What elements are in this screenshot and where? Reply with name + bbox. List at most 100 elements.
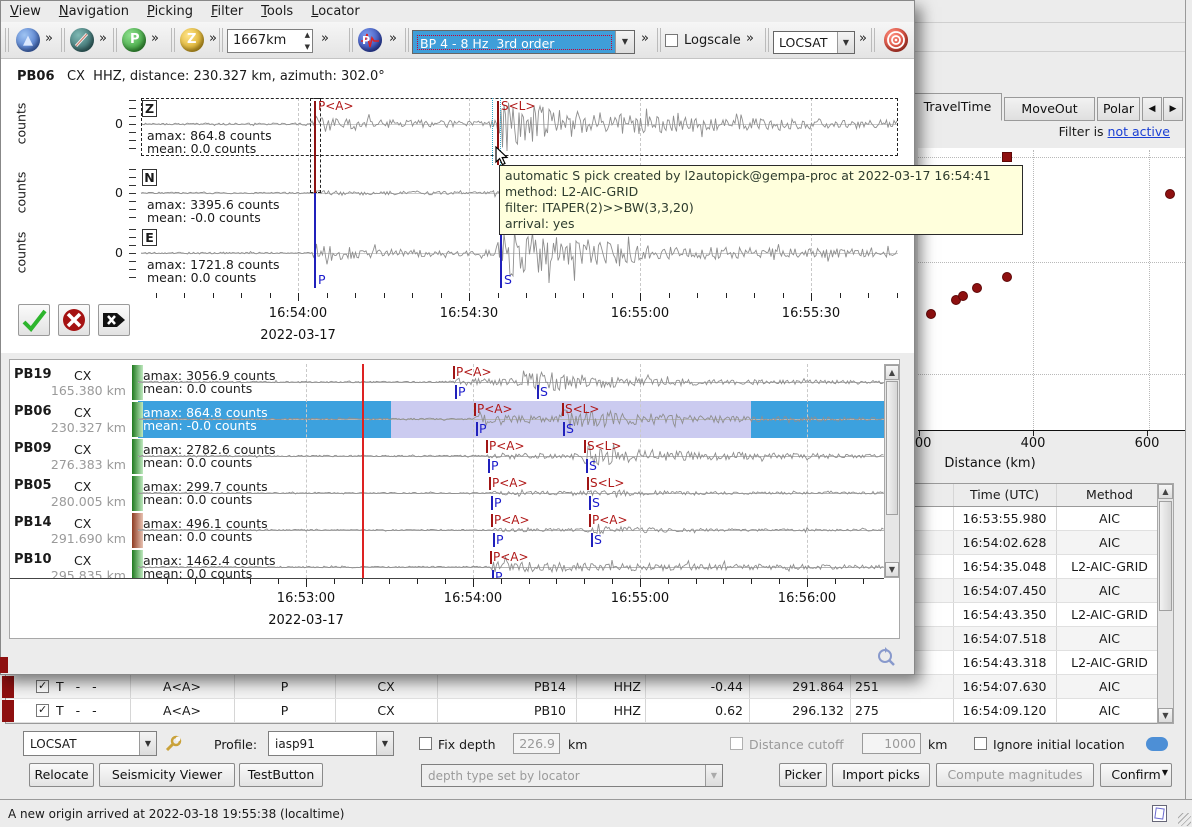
menu-navigation[interactable]: Navigation [50,1,138,22]
header-time[interactable]: Time (UTC) [953,487,1056,502]
scroll-up-icon[interactable]: ▲ [1158,484,1173,499]
station-row-pb06[interactable]: PB06CX230.327 kmamax: 864.8 countsmean: … [10,401,884,438]
toolbar-handle[interactable] [113,28,117,52]
profile-select[interactable]: iasp91▼ [268,731,394,756]
reset-view-icon[interactable] [875,646,897,668]
chevron-down-icon[interactable]: ▼ [837,32,854,53]
data-point[interactable] [1165,189,1175,199]
station-row-pb14[interactable]: PB14CX291.690 kmamax: 496.1 countsmean: … [10,512,884,549]
apply-picks-button[interactable] [18,304,50,336]
tab-traveltime[interactable]: TravelTime [913,93,1002,121]
toolbar-handle[interactable] [765,28,769,52]
station-row-pb09[interactable]: PB09CX276.383 kmamax: 2782.6 countsmean:… [10,438,884,475]
data-point[interactable] [972,283,982,293]
scroll-down-icon[interactable]: ▼ [885,562,899,577]
toolbar-handle[interactable] [405,28,409,52]
tab-polar[interactable]: Polar [1097,97,1140,121]
tab-scroll-right-icon[interactable]: ▶ [1163,97,1183,121]
table-row[interactable]: ✓T - -A<A>PCXPB14HHZ-0.44291.86425116:54… [6,675,1157,699]
toolbar-handle[interactable] [171,28,175,52]
arrival-used-checkbox[interactable]: ✓ [36,704,49,717]
status-icon[interactable] [1152,805,1167,822]
overview-icon[interactable]: ▲ [15,27,42,54]
chevron-down-icon[interactable]: ▼ [615,31,634,53]
toolbar-overflow-icon[interactable]: » [209,31,217,46]
toolbar-handle[interactable] [871,28,875,52]
depth-input[interactable]: 226.9 [513,733,560,754]
data-point[interactable] [926,309,936,319]
data-point[interactable] [958,291,968,301]
menu-view[interactable]: View [1,1,50,22]
p-wave-icon[interactable]: P [357,27,384,54]
row-mean-label: mean: 0.0 counts [143,529,252,544]
test-button[interactable]: TestButton [239,763,323,787]
row-mean-label: mean: 0.0 counts [143,492,252,507]
scrollbar-thumb[interactable] [1159,501,1172,611]
confirm-button[interactable]: Confirm▼ [1100,763,1172,787]
tab-moveout[interactable]: MoveOut [1004,97,1095,121]
resize-grip[interactable] [1178,813,1191,826]
data-point[interactable] [1002,272,1012,282]
scroll-up-icon[interactable]: ▲ [885,365,899,380]
component-label: N [142,169,157,186]
import-picks-button[interactable]: Import picks [832,763,930,787]
reject-picks-button[interactable] [58,304,90,336]
locator-settings-icon[interactable] [163,734,183,754]
relocate-target-icon[interactable] [883,27,910,54]
station-list-scrollbar[interactable]: ▲ ▼ [884,364,900,578]
fix-depth-checkbox[interactable] [419,737,432,750]
locator-select[interactable]: LOCSAT▼ [23,731,157,756]
tooltip-line: filter: ITAPER(2)>>BW(3,3,20) [505,200,1017,216]
menu-tools[interactable]: Tools [252,1,302,22]
comment-icon[interactable] [1146,737,1168,751]
data-point-square[interactable] [1002,152,1012,162]
seismicity-viewer-button[interactable]: Seismicity Viewer [99,763,235,787]
toolbar-overflow-icon[interactable]: » [746,31,754,46]
toolbar-overflow-icon[interactable]: » [151,31,159,46]
toolbar-handle[interactable] [61,28,65,52]
station-row-pb10[interactable]: PB10CX295.835 kmamax: 1462.4 countsmean:… [10,549,884,578]
spin-up-icon[interactable]: ▲ [305,31,310,39]
station-row-pb05[interactable]: PB05CX280.005 kmamax: 299.7 countsmean: … [10,475,884,512]
discard-and-next-button[interactable] [98,304,130,336]
toolbar-handle[interactable] [219,28,223,52]
picker-tool-icon[interactable] [69,27,96,54]
toolbar-overflow-icon[interactable]: » [389,31,397,46]
filter-toggle-link[interactable]: not active [1108,124,1170,139]
header-method[interactable]: Method [1056,487,1163,502]
stream-filter-select[interactable]: BP 4 - 8 Hz 3rd order▼ [412,30,635,54]
z-component-icon[interactable]: Z [179,27,206,54]
toolbar-overflow-icon[interactable]: » [45,31,53,46]
distance-cutoff-checkbox[interactable] [730,737,743,750]
scroll-down-icon[interactable]: ▼ [1158,708,1173,723]
toolbar-overflow-icon[interactable]: » [859,31,867,46]
toolbar-overflow-icon[interactable]: » [99,31,107,46]
spin-down-icon[interactable]: ▼ [305,43,310,51]
toolbar-handle[interactable] [657,28,661,52]
tab-scroll-left-icon[interactable]: ◀ [1142,97,1162,121]
arrivals-table-scrollbar[interactable]: ▲ ▼ [1157,483,1174,724]
table-row[interactable]: ✓T - -A<A>PCXPB10HHZ0.62296.13227516:54:… [6,699,1157,723]
toolbar-locator-select[interactable]: LOCSAT▼ [773,31,855,54]
arrival-method: L2-AIC-GRID [1056,655,1163,670]
s-pick-line-horizontal[interactable] [500,231,502,288]
p-pick-line[interactable] [314,101,316,193]
toolbar-handle[interactable] [349,28,353,52]
p-phase-icon[interactable]: P [121,27,148,54]
ignore-initial-checkbox[interactable] [974,737,987,750]
cutoff-input[interactable]: 1000 [862,733,921,754]
toolbar-overflow-icon[interactable]: » [321,31,329,46]
menu-filter[interactable]: Filter [202,1,252,22]
arrival-used-checkbox[interactable]: ✓ [36,680,49,693]
logscale-checkbox[interactable] [665,34,678,47]
menu-picking[interactable]: Picking [138,1,202,22]
relocate-button[interactable]: Relocate [29,763,94,787]
toolbar-handle[interactable] [5,28,9,52]
toolbar-overflow-icon[interactable]: » [641,31,649,46]
picker-button[interactable]: Picker [779,763,827,787]
scrollbar-thumb[interactable] [886,381,898,515]
station-row-pb19[interactable]: PB19CX165.380 kmamax: 3056.9 countsmean:… [10,364,884,401]
p-pick-line-horizontal[interactable] [314,193,316,288]
distance-spinbox[interactable]: 1667km▲▼ [227,29,313,53]
menu-locator[interactable]: Locator [302,1,368,22]
